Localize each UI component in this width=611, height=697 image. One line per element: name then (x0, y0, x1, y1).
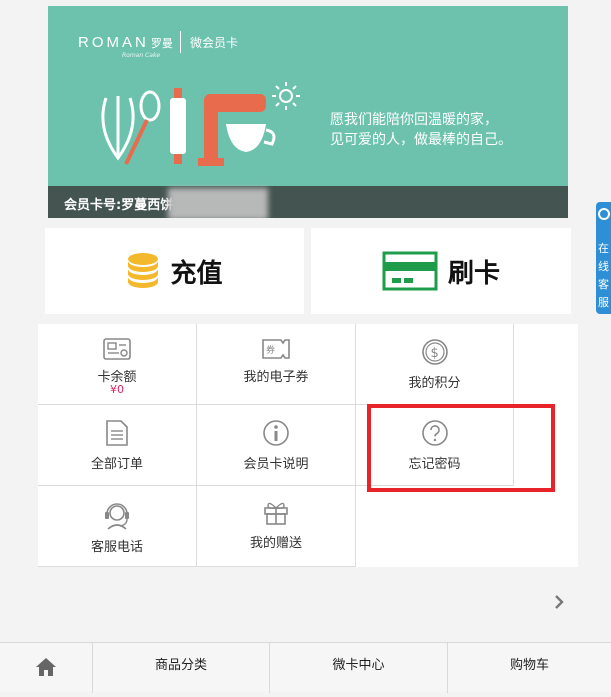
coupons-label: 我的电子券 (243, 370, 309, 385)
id-card-icon (103, 338, 131, 360)
balance-value: ¥0 (110, 383, 124, 396)
ticket-icon: 券 (262, 339, 290, 359)
rolling-pin-icon (170, 88, 186, 164)
card-title: 微会员卡 (190, 36, 239, 50)
brand-name-cn: 罗曼 (150, 37, 173, 50)
chat-icon (598, 208, 610, 220)
service-char-1: 在 (598, 242, 609, 255)
whisk-icon (101, 96, 135, 161)
service-char-4: 服 (598, 296, 609, 309)
service-phone-label: 客服电话 (90, 540, 143, 555)
card-number: 会员卡号:罗蔓西饼 (64, 198, 174, 213)
coin-icon: $ (421, 339, 448, 365)
balance-cell[interactable]: 卡余额 ¥0 (38, 324, 197, 405)
svg-text:券: 券 (266, 344, 275, 356)
baking-illustration (101, 82, 300, 166)
headset-icon (105, 503, 129, 530)
svg-text:$: $ (430, 346, 438, 361)
card-icon (382, 251, 438, 291)
recharge-button[interactable]: 充值 (45, 228, 304, 314)
card-info-label: 会员卡说明 (243, 457, 309, 472)
bottom-nav: 商品分类 微卡中心 购物车 (0, 642, 611, 693)
orders-label: 全部订单 (90, 457, 143, 472)
document-icon (106, 420, 128, 446)
coupons-cell[interactable]: 券 我的电子券 (197, 324, 356, 405)
slogan-line-1: 愿我们能陪你回温暖的家， (330, 112, 498, 128)
member-card-banner: ROMAN 罗曼 Roman Cake 微会员卡 愿我们能陪你回温暖的家， 见可… (48, 6, 568, 218)
swipe-card-label: 刷卡 (447, 258, 500, 289)
brand-subtitle: Roman Cake (122, 52, 161, 59)
gifts-label: 我的赠送 (249, 536, 302, 551)
nav-cart-label: 购物车 (509, 658, 549, 673)
recharge-label: 充值 (170, 258, 223, 289)
sun-icon (272, 82, 300, 110)
nav-categories-label: 商品分类 (154, 658, 207, 673)
highlight-box (367, 404, 555, 492)
card-number-mask (168, 188, 268, 218)
home-icon (36, 658, 56, 676)
online-service-button[interactable]: 在 线 客 服 (596, 202, 611, 314)
points-cell[interactable]: $ 我的积分 (356, 324, 514, 405)
nav-card-center[interactable]: 微卡中心 (270, 643, 448, 693)
chevron-right-icon[interactable] (552, 594, 566, 610)
coins-icon (128, 253, 159, 288)
card-number-bar: 会员卡号:罗蔓西饼 (48, 186, 568, 218)
info-icon (263, 420, 289, 446)
nav-card-center-label: 微卡中心 (332, 658, 385, 673)
service-char-2: 线 (598, 260, 609, 273)
service-char-3: 客 (598, 278, 609, 291)
card-info-cell[interactable]: 会员卡说明 (197, 405, 356, 486)
slogan: 愿我们能陪你回温暖的家， 见可爱的人，做最棒的自己。 (330, 110, 512, 150)
nav-categories[interactable]: 商品分类 (93, 643, 270, 693)
swipe-card-button[interactable]: 刷卡 (311, 228, 571, 314)
brand-name: ROMAN (78, 34, 149, 51)
nav-cart[interactable]: 购物车 (448, 643, 611, 693)
gift-icon (264, 502, 288, 525)
orders-cell[interactable]: 全部订单 (38, 405, 197, 486)
slogan-line-2: 见可爱的人，做最棒的自己。 (330, 132, 512, 148)
service-phone-cell[interactable]: 客服电话 (38, 486, 197, 567)
brand-logo: ROMAN 罗曼 Roman Cake (78, 32, 173, 59)
points-label: 我的积分 (408, 376, 461, 391)
gifts-cell[interactable]: 我的赠送 (197, 486, 356, 567)
mixer-icon (198, 94, 276, 166)
nav-home[interactable] (0, 643, 93, 693)
brand-divider (180, 31, 181, 53)
